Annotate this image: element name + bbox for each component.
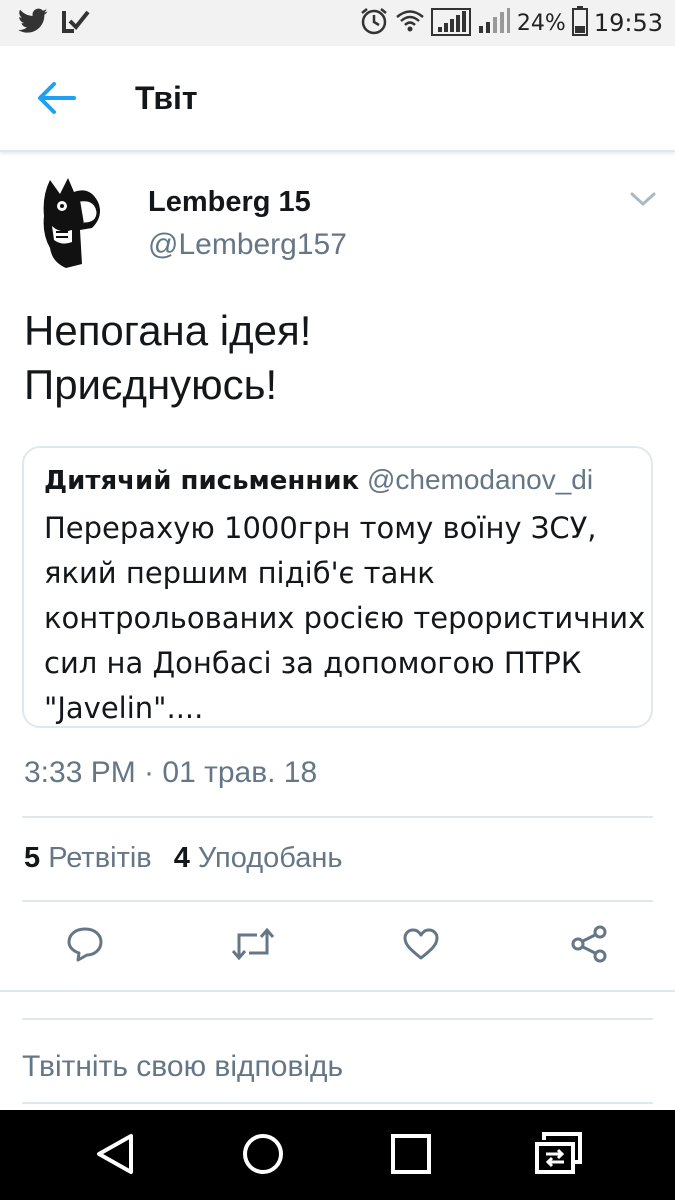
tweet-text-line: Приєднуюсь! [24, 361, 278, 408]
divider [22, 816, 653, 818]
wifi-icon [395, 8, 425, 39]
quoted-text-line: який першим підіб'є танк [44, 556, 435, 590]
quoted-text-line: "Javelin".... [44, 691, 204, 725]
author-name[interactable]: Lemberg 15 [148, 186, 311, 219]
signal-2-icon [477, 6, 511, 41]
likes-stat[interactable]: 4 Уподобань [174, 842, 343, 874]
status-bar-notifications [18, 8, 90, 39]
share-icon [570, 925, 608, 968]
retweet-button[interactable] [231, 924, 275, 968]
quoted-tweet-header: Дитячий письменник @chemodanov_di [44, 464, 593, 496]
square-recents-icon [390, 1133, 432, 1180]
share-button[interactable] [567, 924, 611, 968]
twitter-icon [18, 8, 48, 39]
likes-count: 4 [173, 842, 190, 874]
retweets-count: 5 [24, 842, 41, 874]
reply-placeholder: Твітніть свою відповідь [22, 1050, 344, 1083]
retweet-icon [231, 927, 275, 966]
chevron-down-icon [628, 192, 658, 216]
status-bar: 24% 19:53 [0, 0, 675, 46]
quoted-text-line: сил на Донбасі за допомогою ПТРК [44, 646, 582, 680]
battery-percent: 24% [516, 10, 566, 36]
quoted-author-handle: @chemodanov_di [366, 464, 594, 495]
tweet-text-line: Непогана ідея! [24, 307, 312, 354]
reply-button[interactable] [63, 924, 107, 968]
avatar[interactable] [22, 172, 122, 272]
battery-icon [571, 5, 588, 41]
status-bar-system: 24% 19:53 [359, 5, 663, 42]
like-button[interactable] [399, 924, 443, 968]
back-button[interactable] [34, 80, 78, 120]
nav-back-button[interactable] [90, 1132, 140, 1180]
quoted-author-name: Дитячий письменник [44, 466, 360, 496]
divider [0, 990, 675, 992]
reply-icon [66, 926, 104, 967]
divider [22, 900, 653, 902]
nav-switch-app-button[interactable] [534, 1131, 584, 1181]
check-app-icon [62, 8, 90, 39]
quoted-tweet[interactable]: Дитячий письменник @chemodanov_di Перера… [22, 446, 653, 728]
circle-home-icon [241, 1132, 285, 1181]
reply-input[interactable]: Твітніть свою відповідь [22, 1018, 653, 1104]
nav-home-button[interactable] [238, 1132, 288, 1180]
switch-app-icon [534, 1131, 584, 1181]
tweet-stats: 5 Ретвітів 4 Уподобань [24, 842, 342, 875]
app-header: Твіт [0, 46, 675, 152]
alarm-icon [359, 6, 389, 41]
triangle-back-icon [93, 1132, 137, 1181]
tweet-timestamp: 3:33 PM · 01 трав. 18 [24, 756, 318, 789]
likes-label: Уподобань [197, 842, 343, 874]
more-options-button[interactable] [628, 188, 658, 212]
nav-recents-button[interactable] [386, 1132, 436, 1180]
tweet-text: Непогана ідея! Приєднуюсь! [24, 304, 644, 412]
quoted-text-line: Перерахую 1000грн тому воїну ЗСУ, [44, 511, 597, 545]
signal-icon [430, 5, 471, 42]
quoted-tweet-text: Перерахую 1000грн тому воїну ЗСУ, який п… [44, 506, 646, 731]
retweets-label: Ретвітів [48, 842, 152, 874]
retweets-stat[interactable]: 5 Ретвітів [24, 842, 152, 874]
system-nav-bar [0, 1110, 675, 1200]
author-handle[interactable]: @Lemberg157 [148, 228, 347, 262]
like-icon [402, 927, 440, 966]
arrow-left-icon [36, 80, 76, 121]
page-title: Твіт [135, 80, 198, 116]
quoted-text-line: контрольованих росією терористичних [44, 601, 646, 635]
clock: 19:53 [593, 9, 663, 37]
